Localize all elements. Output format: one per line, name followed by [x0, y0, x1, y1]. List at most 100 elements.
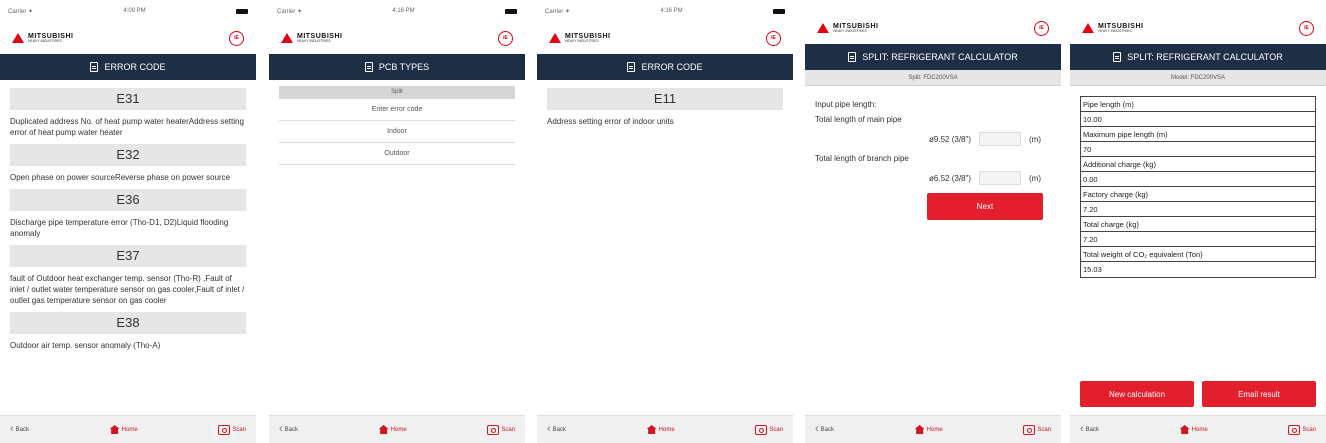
info-circle-button[interactable]: iE: [229, 30, 244, 46]
error-description: fault of Outdoor heat exchanger temp. se…: [10, 274, 245, 305]
home-button[interactable]: Home: [109, 425, 138, 434]
co2-equivalent-value[interactable]: 15.03: [1081, 262, 1315, 277]
back-button[interactable]: ‹ Back: [547, 424, 566, 435]
info-circle-button[interactable]: iE: [1034, 20, 1049, 36]
unit-label: (m): [1029, 134, 1041, 144]
pipe-input-form: Input pipe length: Total length of main …: [805, 86, 1061, 220]
result-table: Pipe length (m) 10.00 Maximum pipe lengt…: [1080, 96, 1316, 278]
mitsubishi-logo: MITSUBISHI HEAVY INDUSTRIES: [1082, 23, 1143, 34]
bottom-nav-bar: ‹ Back Home Scan: [537, 415, 793, 443]
chevron-left-icon: ‹: [547, 423, 551, 435]
scan-button[interactable]: Scan: [1288, 424, 1316, 435]
diamond-logo-icon: [817, 23, 829, 33]
list-item-outdoor[interactable]: Outdoor: [279, 143, 515, 165]
info-circle-button[interactable]: iE: [498, 30, 513, 46]
home-icon: [914, 425, 925, 434]
time-label: 4:09 PM: [123, 8, 146, 14]
status-bar: Carrier ✦ 4:16 PM: [269, 0, 525, 22]
branch-pipe-length-input[interactable]: [979, 171, 1021, 185]
main-pipe-length-input[interactable]: [979, 132, 1021, 146]
scan-button[interactable]: Scan: [755, 424, 783, 435]
new-calculation-button[interactable]: New calculation: [1080, 381, 1194, 407]
page-title-bar: ERROR CODE: [0, 54, 256, 80]
chevron-left-icon: ‹: [10, 423, 14, 435]
back-button[interactable]: ‹ Back: [815, 424, 834, 435]
chevron-left-icon: ‹: [1080, 423, 1084, 435]
error-description: Duplicated address No. of heat pump wate…: [10, 117, 244, 137]
battery-icon: [504, 8, 517, 14]
error-description: Outdoor air temp. sensor anomaly (Tho-A): [10, 341, 161, 350]
pipe-length-value[interactable]: 10.00: [1081, 112, 1315, 127]
brand-bar: MITSUBISHI HEAVY INDUSTRIES iE: [537, 22, 793, 54]
home-icon: [1179, 425, 1190, 434]
branch-pipe-size: ø6.52 (3/8"): [929, 173, 971, 183]
bottom-nav-bar: ‹ Back Home Scan: [805, 415, 1061, 443]
error-code-badge: E31: [10, 88, 246, 110]
page-title-bar: SPLIT: REFRIGERANT CALCULATOR: [1070, 44, 1326, 70]
screen-pcb-types: Carrier ✦ 4:16 PM MITSUBISHI HEAVY INDUST…: [269, 0, 525, 443]
error-list: E31 Duplicated address No. of heat pump …: [0, 80, 256, 351]
scan-button[interactable]: Scan: [487, 424, 515, 435]
mitsubishi-logo: MITSUBISHI HEAVY INDUSTRIES: [281, 33, 342, 44]
home-icon: [378, 425, 389, 434]
scan-button[interactable]: Scan: [218, 424, 246, 435]
brand-bar: MITSUBISHI HEAVY INDUSTRIES iE: [805, 12, 1061, 44]
home-button[interactable]: Home: [1179, 425, 1208, 434]
screen-error-code-list: Carrier ✦ 4:09 PM MITSUBISHI HEAVY INDUST…: [0, 0, 256, 443]
model-subheader: Model: FDC200VSA: [1070, 70, 1326, 86]
info-circle-button[interactable]: iE: [766, 30, 781, 46]
error-detail: E11 Address setting error of indoor unit…: [537, 80, 793, 127]
home-button[interactable]: Home: [378, 425, 407, 434]
error-description: Address setting error of indoor units: [547, 117, 674, 126]
total-charge-value[interactable]: 7.20: [1081, 232, 1315, 247]
error-code-badge: E11: [547, 88, 783, 110]
back-button[interactable]: ‹ Back: [1080, 424, 1099, 435]
brand-bar: MITSUBISHI HEAVY INDUSTRIES iE: [1070, 12, 1326, 44]
diamond-logo-icon: [549, 33, 561, 43]
field-label: Maximum pipe length (m): [1081, 127, 1315, 142]
home-icon: [646, 425, 657, 434]
time-label: 4:16 PM: [392, 8, 415, 14]
page-title: ERROR CODE: [641, 62, 703, 72]
main-pipe-label: Total length of main pipe: [815, 115, 902, 124]
scan-button[interactable]: Scan: [1023, 424, 1051, 435]
document-icon: [848, 52, 857, 62]
factory-charge-value[interactable]: 7.20: [1081, 202, 1315, 217]
bottom-nav-bar: ‹ Back Home Scan: [1070, 415, 1326, 443]
diamond-logo-icon: [281, 33, 293, 43]
list-item-enter-error-code[interactable]: Enter error code: [279, 99, 515, 121]
field-label: Pipe length (m): [1081, 97, 1315, 112]
home-button[interactable]: Home: [914, 425, 943, 434]
back-button[interactable]: ‹ Back: [279, 424, 298, 435]
chevron-left-icon: ‹: [279, 423, 283, 435]
chevron-left-icon: ‹: [815, 423, 819, 435]
field-label: Additional charge (kg): [1081, 157, 1315, 172]
list-section-header: Split: [279, 86, 515, 99]
document-icon: [364, 62, 373, 72]
branch-pipe-row: ø6.52 (3/8") (m): [815, 171, 1041, 185]
mitsubishi-logo: MITSUBISHI HEAVY INDUSTRIES: [817, 23, 878, 34]
carrier-label: Carrier ✦: [545, 8, 571, 15]
status-bar: Carrier ✦ 4:16 PM: [537, 0, 793, 22]
home-icon: [109, 425, 120, 434]
max-pipe-length-value[interactable]: 70: [1081, 142, 1315, 157]
error-code-badge: E37: [10, 245, 246, 267]
model-subheader: Split: FDC200VSA: [805, 70, 1061, 86]
email-result-button[interactable]: Email result: [1202, 381, 1316, 407]
list-item-indoor[interactable]: Indoor: [279, 121, 515, 143]
info-circle-button[interactable]: iE: [1299, 20, 1314, 36]
camera-icon: [487, 424, 500, 435]
page-title-bar: PCB TYPES: [269, 54, 525, 80]
home-button[interactable]: Home: [646, 425, 675, 434]
brand-bar: MITSUBISHI HEAVY INDUSTRIES iE: [0, 22, 256, 54]
diamond-logo-icon: [1082, 23, 1094, 33]
screen-refrigerant-result: MITSUBISHI HEAVY INDUSTRIES iE SPLIT: REF…: [1070, 0, 1326, 443]
back-button[interactable]: ‹ Back: [10, 424, 29, 435]
camera-icon: [755, 424, 768, 435]
mitsubishi-logo: MITSUBISHI HEAVY INDUSTRIES: [549, 33, 610, 44]
additional-charge-value[interactable]: 0.00: [1081, 172, 1315, 187]
error-code-badge: E38: [10, 312, 246, 334]
result-fields: Pipe length (m) 10.00 Maximum pipe lengt…: [1070, 86, 1326, 278]
next-button[interactable]: Next: [927, 193, 1043, 220]
bottom-nav-bar: ‹ Back Home Scan: [269, 415, 525, 443]
